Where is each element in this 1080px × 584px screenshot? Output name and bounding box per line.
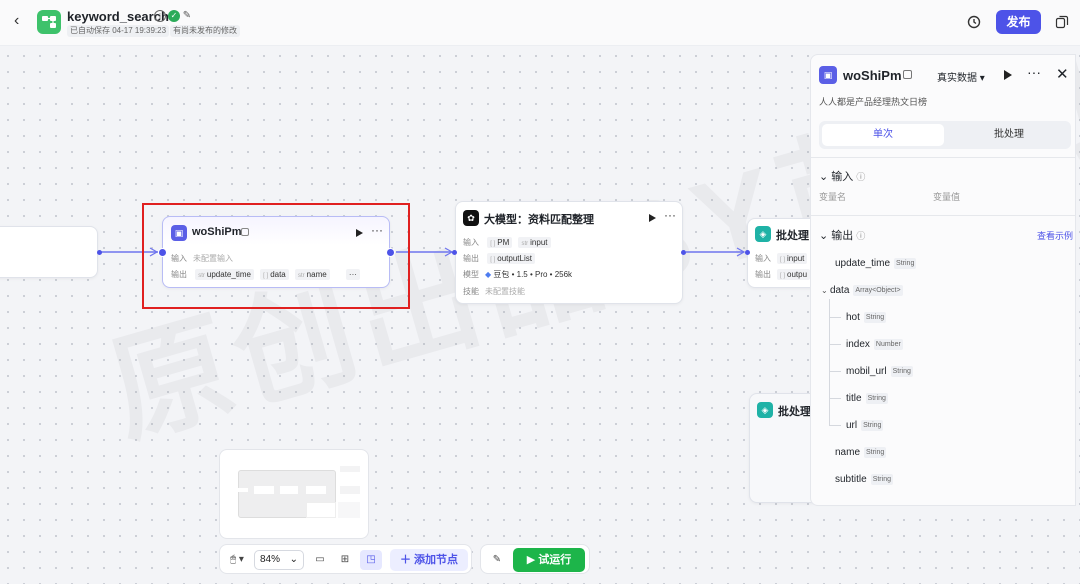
- test-run-button[interactable]: ▶ 试运行: [513, 548, 585, 572]
- tree-line: [829, 344, 841, 345]
- node-detail-panel: ▣ woShiPm 真实数据 ▾ ··· ✕ 人人都是产品经理热文日榜 单次 批…: [810, 54, 1076, 506]
- divider: [811, 157, 1075, 158]
- node-title: 批处理: [776, 230, 809, 242]
- canvas-toolbar: 🖱 ▾ 84% ⌄ ▭ ⊞ ◳ ＋ 添加节点: [219, 544, 472, 574]
- minimap-node: [254, 486, 274, 494]
- run-icon[interactable]: [1004, 70, 1012, 80]
- tab-batch[interactable]: 批处理: [949, 124, 1069, 146]
- minimap[interactable]: [219, 449, 369, 539]
- llm-node[interactable]: ✿ 大模型：资料匹配整理 ··· 输入 [ ] PM str input 输出 [ …: [455, 201, 683, 304]
- minimap-node: [340, 486, 360, 494]
- minimap-node: [340, 466, 360, 472]
- llm-icon: ✿: [463, 210, 479, 226]
- tree-line: [829, 371, 841, 372]
- close-icon[interactable]: ✕: [1056, 65, 1069, 83]
- node-input-row: 输入 [ ] PM str input: [463, 237, 555, 248]
- start-node-port[interactable]: [97, 250, 102, 255]
- output-field: hot String: [846, 312, 887, 324]
- tree-line: [829, 398, 841, 399]
- more-icon[interactable]: ···: [1027, 64, 1041, 80]
- node-skill-row: 技能 未配置技能: [463, 287, 525, 296]
- plugin-cube-icon: ▣: [819, 66, 837, 84]
- input-section-header[interactable]: ⌄ 输入 ⓘ: [819, 168, 865, 184]
- output-field: url String: [846, 420, 884, 432]
- tree-line: [829, 299, 830, 426]
- panel-description: 人人都是产品经理热文日榜: [819, 97, 928, 107]
- node-input-row: 输入[ ] input: [755, 253, 811, 264]
- mouse-mode-icon[interactable]: 🖱 ▾: [226, 553, 248, 567]
- output-field: name String: [835, 447, 887, 459]
- node-output-row: 输出[ ] outpu: [755, 269, 814, 280]
- output-field: index Number: [846, 339, 903, 351]
- var-name-header: 变量名: [819, 192, 847, 202]
- output-section-header[interactable]: ⌄ 输出 ⓘ: [819, 227, 865, 243]
- node-title: 大模型：资料匹配整理: [484, 214, 594, 226]
- minimap-toggle-icon[interactable]: ◳: [360, 550, 382, 570]
- minimap-node: [280, 486, 298, 494]
- minimap-node: [306, 502, 336, 518]
- data-source-select[interactable]: 真实数据 ▾: [937, 69, 985, 84]
- llm-input-port[interactable]: [452, 250, 457, 255]
- start-node[interactable]: [0, 226, 98, 278]
- tree-line: [829, 425, 841, 426]
- node-title: 批处理: [778, 406, 811, 418]
- output-field: update_time String: [835, 258, 917, 270]
- more-icon[interactable]: ···: [664, 208, 676, 222]
- layout-grid-icon[interactable]: ⊞: [338, 553, 352, 567]
- batch-icon: ◈: [757, 402, 773, 418]
- comment-icon[interactable]: ▭: [313, 553, 327, 567]
- batch-icon: ◈: [755, 226, 771, 242]
- add-node-button[interactable]: ＋ 添加节点: [390, 549, 468, 571]
- view-example-link[interactable]: 查看示例: [1037, 229, 1073, 242]
- highlight-box: [142, 203, 410, 309]
- run-toolbar: ✎ ▶ 试运行: [480, 544, 590, 574]
- run-node-icon[interactable]: [649, 214, 656, 222]
- minimap-node: [228, 488, 248, 492]
- output-field: subtitle String: [835, 474, 893, 486]
- node-model-row: 模型 ◆ 豆包 • 1.5 • Pro • 256k: [463, 270, 573, 279]
- output-field: mobil_url String: [846, 366, 913, 378]
- divider: [811, 215, 1075, 216]
- node-output-row: 输出 [ ] outputList: [463, 253, 539, 264]
- minimap-node: [306, 486, 326, 494]
- minimap-node: [338, 502, 360, 518]
- zoom-select[interactable]: 84% ⌄: [254, 550, 304, 570]
- run-mode-tabs: 单次 批处理: [819, 121, 1071, 149]
- panel-title: woShiPm: [843, 68, 902, 83]
- llm-output-port[interactable]: [681, 250, 686, 255]
- tree-line: [829, 317, 841, 318]
- output-field: title String: [846, 393, 888, 405]
- tools-icon[interactable]: ✎: [490, 553, 504, 567]
- var-value-header: 变量值: [933, 192, 961, 202]
- plugin-tag-icon: [903, 70, 912, 79]
- batch-input-port[interactable]: [745, 250, 750, 255]
- tab-single[interactable]: 单次: [822, 124, 944, 146]
- output-field[interactable]: ⌄ data Array<Object>: [821, 285, 903, 296]
